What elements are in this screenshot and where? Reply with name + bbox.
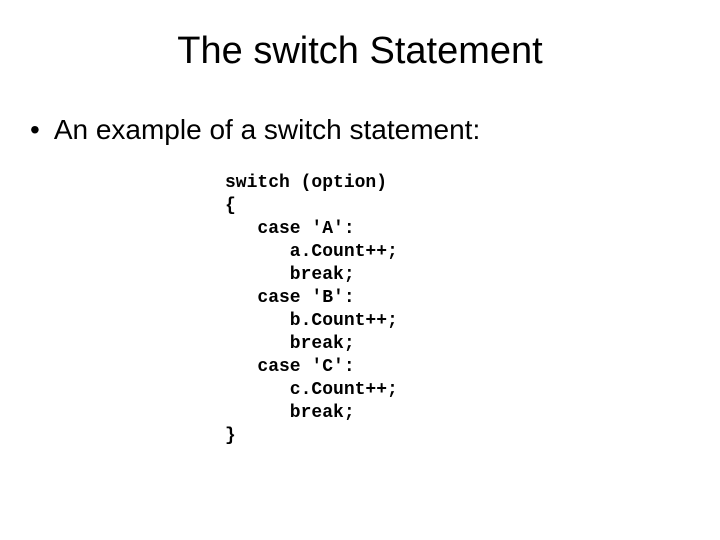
bullet-item: • An example of a switch statement: — [0, 113, 720, 147]
code-block: switch (option) { case 'A': a.Count++; b… — [225, 172, 720, 448]
slide-title: The switch Statement — [0, 30, 720, 73]
bullet-text: An example of a switch statement: — [54, 113, 480, 147]
bullet-marker: • — [30, 113, 40, 147]
